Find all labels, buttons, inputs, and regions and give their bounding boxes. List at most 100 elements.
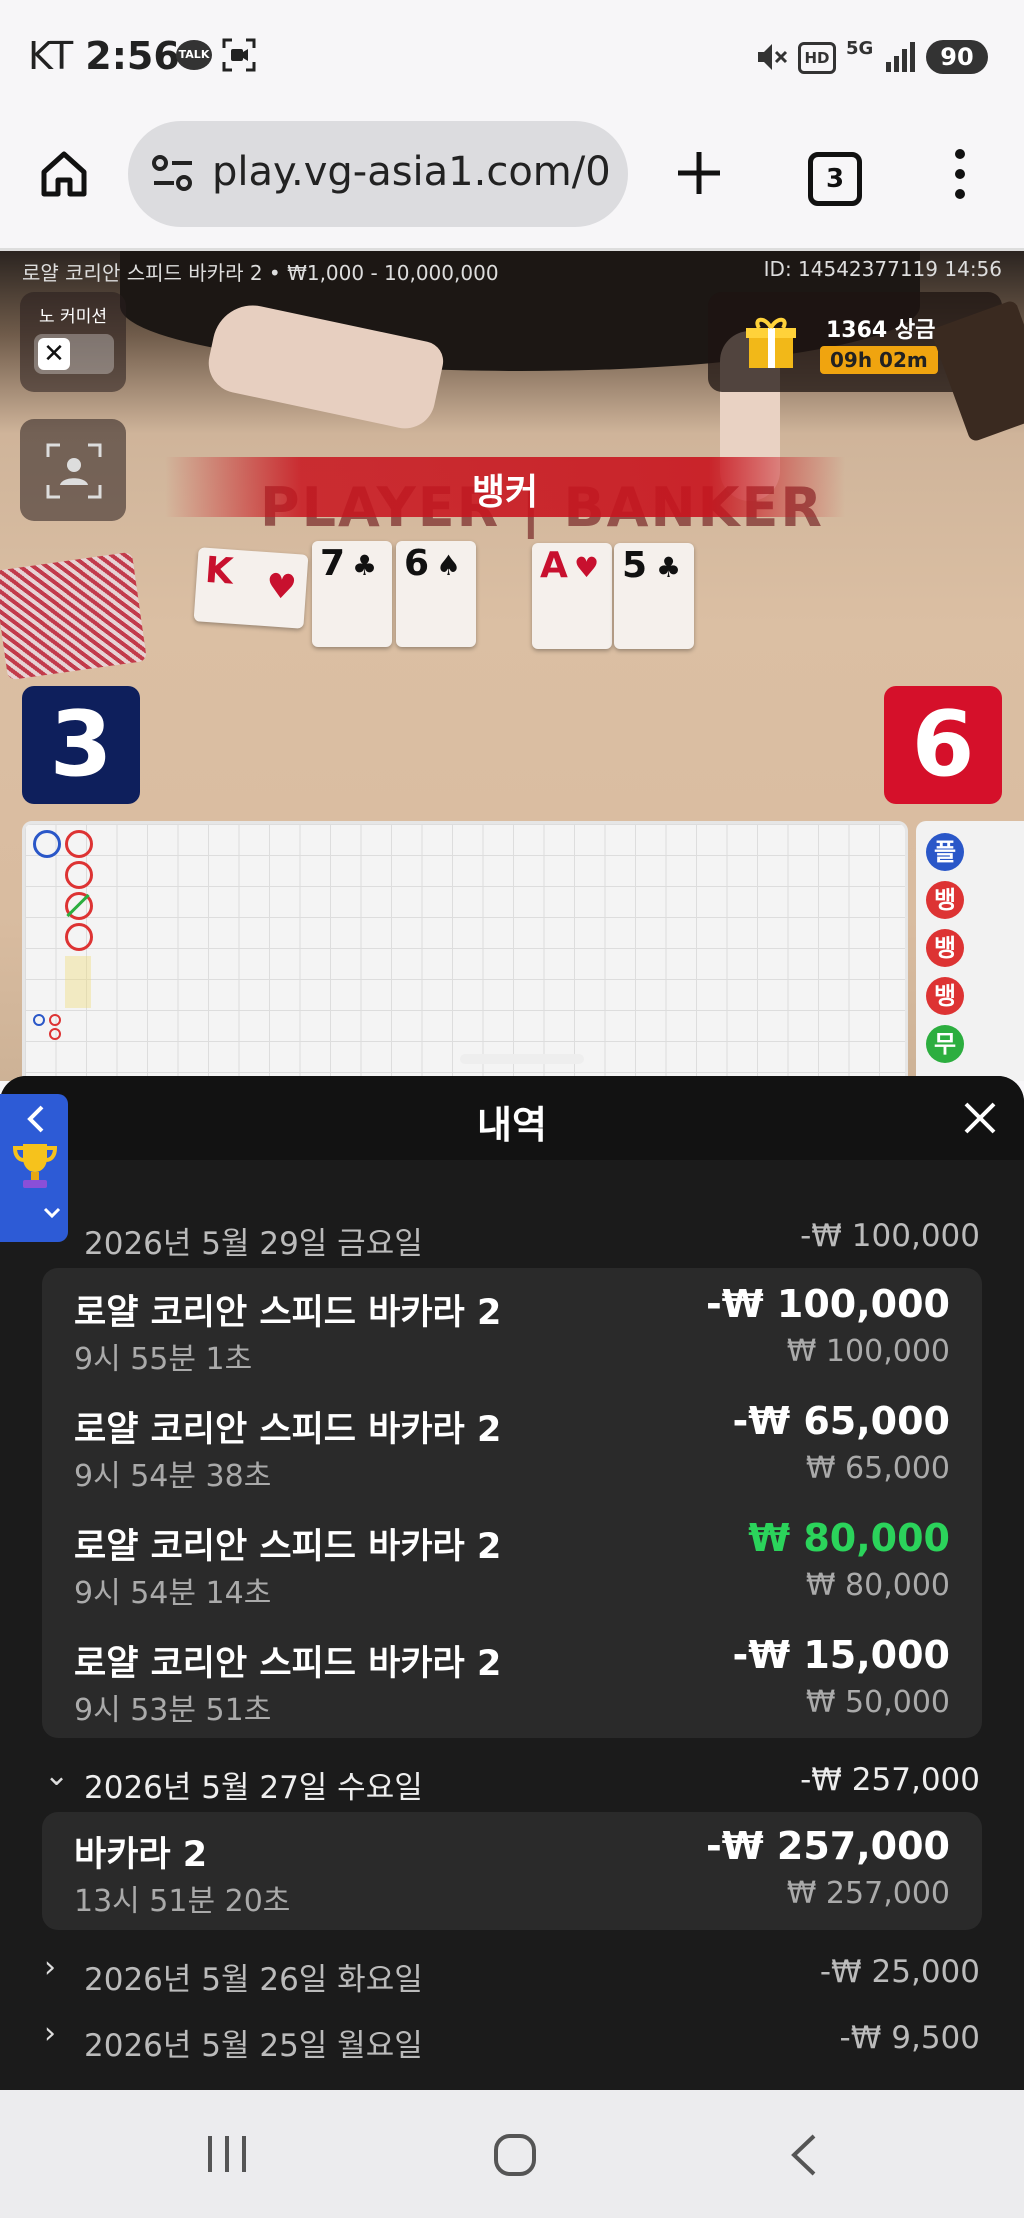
android-nav-bar: [0, 2090, 1024, 2218]
game-name: 로얄 코리안 스피드 바카라 2: [74, 1293, 502, 1333]
status-bar: KT 2:56 TALK HD 5G 90: [0, 0, 1024, 118]
day-date: 2026년 5월 27일 수요일: [84, 1770, 423, 1806]
day-total: -₩ 100,000: [800, 1218, 980, 1254]
player-card: K ♥: [193, 547, 309, 629]
road-banker-mark: [65, 861, 93, 889]
round-id: ID: 14542377119 14:56: [763, 257, 1002, 281]
back-icon[interactable]: [784, 2132, 824, 2178]
prize-count: 1364 상금: [826, 318, 936, 343]
result-banner: 뱅커: [165, 457, 845, 517]
history-day-group: 바카라 2 13시 51분 20초 -₩ 257,000 ₩ 257,000: [42, 1812, 982, 1930]
bet-time: 9시 55분 1초: [74, 1342, 253, 1377]
bet-time: 9시 54분 14초: [74, 1576, 272, 1611]
browser-toolbar: play.vg-asia1.com/02 3: [0, 118, 1024, 251]
road-predict-banker: [49, 1014, 61, 1026]
url-text[interactable]: play.vg-asia1.com/02: [212, 149, 612, 195]
banker-card: A ♥: [532, 543, 612, 649]
net-amount: -₩ 15,000: [732, 1633, 950, 1677]
day-total: -₩ 257,000: [800, 1762, 980, 1798]
history-day-header[interactable]: › 2026년 5월 26일 화요일 -₩ 25,000: [44, 1948, 980, 1998]
net-amount: -₩ 65,000: [732, 1399, 950, 1443]
history-day-group: 로얄 코리안 스피드 바카라 2 9시 55분 1초 -₩ 100,000 ₩ …: [42, 1268, 982, 1738]
side-bead-player: 플: [926, 833, 964, 871]
bet-time: 9시 53분 51초: [74, 1693, 272, 1728]
home-icon[interactable]: [38, 148, 90, 200]
sheet-drag-handle[interactable]: [460, 1054, 584, 1064]
leaderboard-tab[interactable]: [0, 1094, 68, 1242]
net-amount-win: ₩ 80,000: [748, 1516, 950, 1560]
network-type-icon: 5G: [846, 38, 874, 59]
no-commission-label: 노 커미션: [39, 307, 107, 327]
game-name: 로얄 코리안 스피드 바카라 2: [74, 1410, 502, 1450]
net-amount: -₩ 100,000: [706, 1282, 950, 1326]
day-total: -₩ 9,500: [839, 2020, 980, 2056]
new-tab-icon[interactable]: [674, 148, 724, 198]
day-date: 2026년 5월 26일 화요일: [84, 1962, 423, 1998]
table-info: 로얄 코리안 스피드 바카라 2 • ₩1,000 - 10,000,000: [22, 261, 499, 285]
road-banker-mark: [65, 923, 93, 951]
bead-road-side[interactable]: 플 뱅 뱅 뱅 무: [916, 821, 1024, 1081]
battery-indicator: 90: [926, 40, 988, 74]
chevron-down-icon: ⌄: [44, 1758, 70, 1793]
game-name: 바카라 2: [74, 1835, 208, 1875]
side-bead-banker: 뱅: [926, 977, 964, 1015]
toggle-off-icon[interactable]: ✕: [38, 338, 70, 370]
history-day-header[interactable]: ⌄ 2026년 5월 29일 금요일 -₩ 100,000: [44, 1212, 980, 1262]
chevron-down-small-icon: [43, 1207, 61, 1219]
player-score: 3: [22, 686, 140, 804]
kakaotalk-icon: TALK: [176, 40, 212, 70]
history-item[interactable]: 로얄 코리안 스피드 바카라 2 9시 55분 1초 -₩ 100,000 ₩ …: [74, 1280, 950, 1384]
history-item[interactable]: 로얄 코리안 스피드 바카라 2 9시 53분 51초 -₩ 15,000 ₩ …: [74, 1631, 950, 1735]
stake-amount: ₩ 65,000: [805, 1451, 950, 1486]
banker-card: 5 ♣: [614, 543, 694, 649]
net-amount: -₩ 257,000: [706, 1824, 950, 1868]
recent-apps-icon[interactable]: [204, 2132, 250, 2176]
more-menu-icon[interactable]: [940, 146, 980, 202]
home-nav-icon[interactable]: [492, 2132, 538, 2178]
bead-road-grid[interactable]: [22, 821, 908, 1081]
chevron-right-icon: ›: [44, 1950, 56, 1985]
history-day-header[interactable]: ⌄ 2026년 5월 27일 수요일 -₩ 257,000: [44, 1756, 980, 1806]
game-name: 로얄 코리안 스피드 바카라 2: [74, 1527, 502, 1567]
road-banker-mark: [65, 830, 93, 858]
side-bead-tie: 무: [926, 1025, 964, 1063]
mute-icon: [758, 44, 788, 70]
history-item[interactable]: 로얄 코리안 스피드 바카라 2 9시 54분 38초 -₩ 65,000 ₩ …: [74, 1397, 950, 1501]
day-date: 2026년 5월 29일 금요일: [84, 1226, 423, 1262]
road-predict-player: [33, 1014, 45, 1026]
site-settings-icon[interactable]: [150, 151, 196, 197]
bet-time: 9시 54분 38초: [74, 1459, 272, 1494]
player-card: 7 ♣: [312, 541, 392, 647]
no-commission-control[interactable]: 노 커미션 ✕: [20, 292, 126, 392]
side-bead-banker: 뱅: [926, 881, 964, 919]
result-banner-text: 뱅커: [471, 472, 539, 513]
gift-icon: [746, 317, 796, 368]
dealer-profile-button[interactable]: [20, 419, 126, 521]
history-title: 내역: [477, 1103, 547, 1147]
road-predict-banker: [49, 1028, 61, 1040]
chevron-left-icon: [27, 1105, 44, 1133]
screen-record-icon: [222, 38, 256, 72]
close-icon[interactable]: [958, 1096, 1002, 1140]
prize-timer: 09h 02m: [820, 346, 938, 374]
signal-icon: [886, 42, 915, 72]
history-day-header[interactable]: › 2026년 5월 25일 월요일 -₩ 9,500: [44, 2014, 980, 2064]
address-bar[interactable]: play.vg-asia1.com/02: [128, 121, 628, 227]
history-item[interactable]: 바카라 2 13시 51분 20초 -₩ 257,000 ₩ 257,000: [74, 1822, 950, 1926]
history-header: 내역: [0, 1076, 1024, 1160]
live-baccarat-view[interactable]: 로얄 코리안 스피드 바카라 2 • ₩1,000 - 10,000,000 I…: [0, 251, 1024, 1081]
hd-voice-icon: HD: [798, 42, 836, 74]
person-frame-icon: [46, 443, 102, 499]
day-total: -₩ 25,000: [819, 1954, 980, 1990]
stake-amount: ₩ 80,000: [805, 1568, 950, 1603]
tab-switcher-button[interactable]: 3: [808, 152, 862, 206]
history-item[interactable]: 로얄 코리안 스피드 바카라 2 9시 54분 14초 ₩ 80,000 ₩ 8…: [74, 1514, 950, 1618]
stake-amount: ₩ 100,000: [786, 1334, 950, 1369]
status-carrier-time: KT 2:56: [28, 34, 180, 78]
player-card: 6 ♠: [396, 541, 476, 647]
history-sheet: 내역 ⌄ 2026년 5월 29일 금요일 -₩ 100,000 로얄 코리안 …: [0, 1076, 1024, 2090]
day-date: 2026년 5월 25일 월요일: [84, 2028, 423, 2064]
chevron-right-icon: ›: [44, 2016, 56, 2051]
game-name: 로얄 코리안 스피드 바카라 2: [74, 1644, 502, 1684]
card-deck: [0, 551, 147, 681]
